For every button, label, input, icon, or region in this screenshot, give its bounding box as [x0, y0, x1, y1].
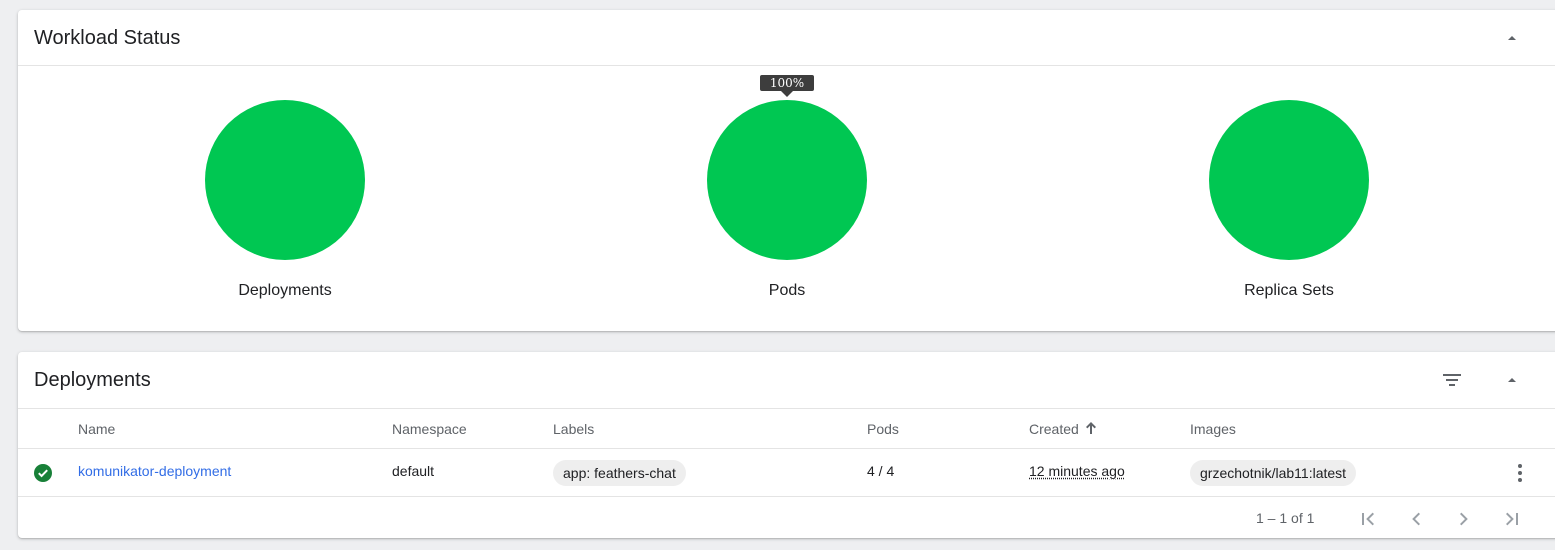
deployment-name-link[interactable]: komunikator-deployment	[78, 463, 231, 479]
deployment-namespace: default	[392, 463, 434, 479]
previous-page-icon[interactable]	[1405, 507, 1429, 531]
pods-chart-circle[interactable]	[707, 100, 867, 260]
column-header-namespace[interactable]: Namespace	[392, 421, 467, 437]
table-header: Name Namespace Labels Pods Created Image…	[18, 409, 1555, 449]
table-row[interactable]: komunikator-deployment default app: feat…	[18, 449, 1555, 497]
pods-chart-tooltip: 100%	[760, 75, 814, 91]
deployments-header: Deployments	[18, 352, 1555, 409]
check-circle-icon	[34, 464, 52, 482]
deployments-chart-label: Deployments	[135, 282, 435, 300]
replica-sets-chart-circle[interactable]	[1209, 100, 1369, 260]
arrow-up-icon	[1085, 421, 1097, 435]
last-page-icon[interactable]	[1499, 507, 1523, 531]
column-header-created-label: Created	[1029, 421, 1079, 437]
first-page-icon[interactable]	[1357, 507, 1381, 531]
workload-status-card: Workload Status 100% Deployments Pods Re…	[18, 10, 1555, 331]
deployments-card: Deployments Name Namespace Labels Pods C…	[18, 352, 1555, 538]
pods-chart[interactable]	[707, 100, 867, 260]
deployments-chart[interactable]	[205, 100, 365, 260]
column-header-name[interactable]: Name	[78, 421, 115, 437]
next-page-icon[interactable]	[1451, 507, 1475, 531]
more-vert-icon[interactable]	[1512, 461, 1528, 485]
workload-status-title: Workload Status	[34, 26, 180, 50]
pagination-range: 1 – 1 of 1	[1256, 510, 1314, 526]
deployments-chart-circle[interactable]	[205, 100, 365, 260]
image-chip: grzechotnik/lab11:latest	[1190, 460, 1356, 486]
replica-sets-chart[interactable]	[1209, 100, 1369, 260]
workload-status-header: Workload Status	[18, 10, 1555, 66]
column-header-pods: Pods	[867, 421, 899, 437]
collapse-icon[interactable]	[1504, 372, 1520, 388]
column-header-created[interactable]: Created	[1029, 421, 1097, 437]
collapse-icon[interactable]	[1504, 30, 1520, 46]
deployment-pods: 4 / 4	[867, 463, 894, 479]
deployment-created[interactable]: 12 minutes ago	[1029, 463, 1125, 479]
column-header-images: Images	[1190, 421, 1236, 437]
deployments-title: Deployments	[34, 368, 151, 392]
pods-chart-label: Pods	[637, 282, 937, 300]
replica-sets-chart-label: Replica Sets	[1139, 282, 1439, 300]
filter-icon[interactable]	[1442, 370, 1462, 390]
column-header-labels: Labels	[553, 421, 594, 437]
label-chip: app: feathers-chat	[553, 460, 686, 486]
